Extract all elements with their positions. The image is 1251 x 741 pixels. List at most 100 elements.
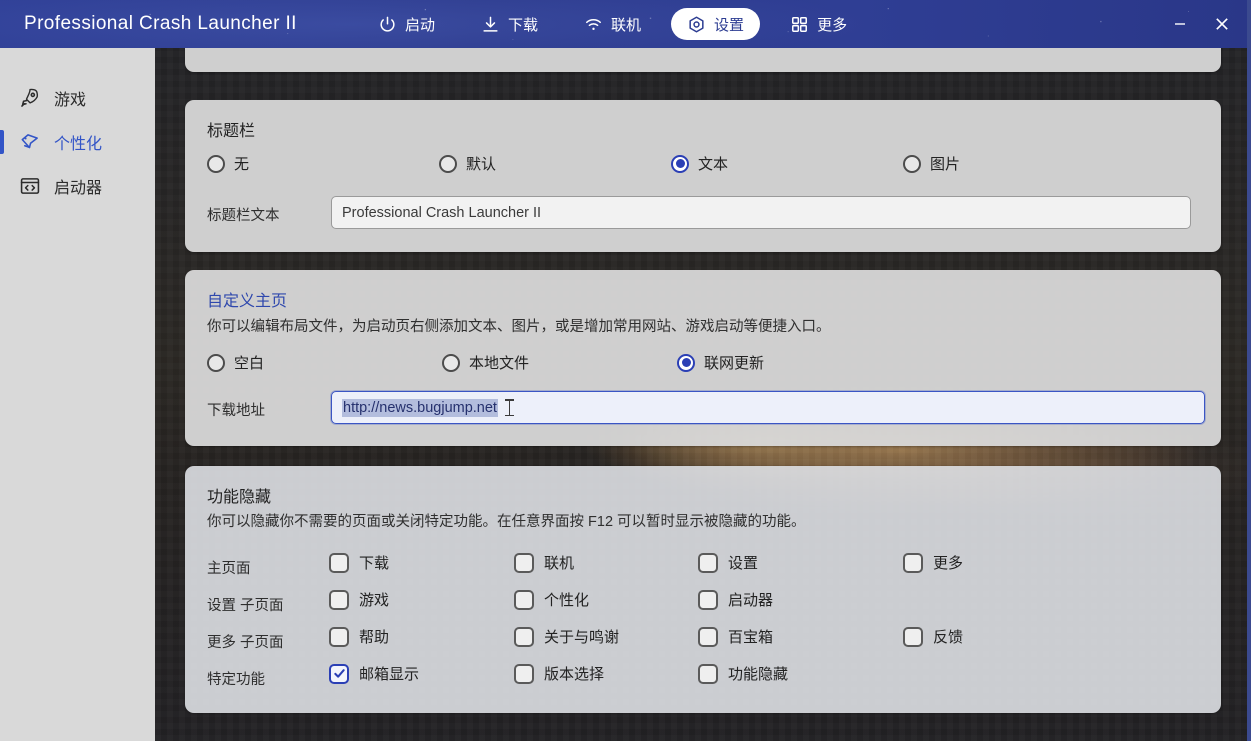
sidebar-item-label: 启动器: [54, 180, 103, 197]
radio-indicator: [442, 353, 460, 372]
titlebar-text-input[interactable]: Professional Crash Launcher II: [331, 196, 1191, 229]
checkbox-label: 关于与鸣谢: [544, 629, 620, 646]
checkbox-hide-help[interactable]: 帮助: [329, 626, 389, 647]
checkbox-hide-version-select[interactable]: 版本选择: [514, 663, 604, 684]
radio-indicator: [903, 154, 921, 173]
checkbox-hide-feature-hiding[interactable]: 功能隐藏: [698, 663, 788, 684]
checkbox-hide-feedback[interactable]: 反馈: [903, 626, 963, 647]
nav-item-more[interactable]: 更多: [774, 8, 863, 40]
sidebar-item-personalize[interactable]: 个性化: [0, 120, 155, 164]
radio-homepage-local-file[interactable]: 本地文件: [442, 352, 677, 373]
checkbox-indicator: [329, 589, 349, 610]
hiding-description: 你可以隐藏你不需要的页面或关闭特定功能。在任意界面按 F12 可以暂时显示被隐藏…: [207, 514, 806, 530]
checkbox-indicator: [903, 552, 923, 573]
hiding-row-more-sub: 更多 子页面 帮助 关于与鸣谢 百宝箱 反馈: [207, 622, 1197, 659]
radio-label: 本地文件: [469, 355, 530, 372]
card-custom-homepage: 自定义主页 你可以编辑布局文件，为启动页右侧添加文本、图片，或是增加常用网站、游…: [185, 270, 1221, 446]
radio-label: 空白: [234, 355, 265, 372]
checkbox-label: 更多: [933, 555, 964, 572]
checkbox-label: 游戏: [359, 592, 390, 609]
checkbox-hide-email-display[interactable]: 邮箱显示: [329, 663, 419, 684]
grid-icon: [790, 15, 809, 34]
checkbox-label: 启动器: [728, 592, 774, 609]
checkbox-indicator: [698, 589, 718, 610]
nav-label: 更多: [817, 16, 848, 34]
checkbox-hide-settings[interactable]: 设置: [698, 552, 758, 573]
nav-item-launch[interactable]: 启动: [362, 8, 451, 40]
radio-label: 默认: [466, 156, 497, 173]
sidebar-item-launcher[interactable]: 启动器: [0, 164, 155, 208]
radio-indicator: [677, 353, 695, 372]
minimize-button[interactable]: [1159, 0, 1201, 48]
radio-label: 图片: [930, 156, 961, 173]
checkbox-label: 联机: [544, 555, 575, 572]
download-url-input[interactable]: http://news.bugjump.net: [331, 391, 1205, 424]
nav-item-download[interactable]: 下载: [465, 8, 554, 40]
card-partial-top: [185, 48, 1221, 72]
hiding-row-label: 更多 子页面: [207, 635, 284, 651]
window-controls: [1159, 0, 1243, 48]
download-icon: [481, 15, 500, 34]
checkbox-indicator: [698, 552, 718, 573]
checkbox-hide-sub-launcher[interactable]: 启动器: [698, 589, 773, 610]
radio-titlebar-none[interactable]: 无: [207, 153, 439, 174]
radio-titlebar-text[interactable]: 文本: [671, 153, 903, 174]
text-cursor-icon: [504, 399, 514, 416]
homepage-description: 你可以编辑布局文件，为启动页右侧添加文本、图片，或是增加常用网站、游戏启动等便捷…: [207, 319, 831, 335]
titlebar-mode-radiogroup: 无 默认 文本 图片: [207, 153, 1199, 174]
card-title-homepage: 自定义主页: [207, 293, 288, 310]
checkbox-hide-more[interactable]: 更多: [903, 552, 963, 573]
checkbox-hide-sub-personalize[interactable]: 个性化: [514, 589, 589, 610]
checkbox-indicator: [698, 626, 718, 647]
checkbox-indicator: [514, 589, 534, 610]
app-title: Professional Crash Launcher II: [24, 13, 297, 34]
checkbox-label: 下载: [359, 555, 390, 572]
checkbox-hide-multiplayer[interactable]: 联机: [514, 552, 574, 573]
radio-indicator: [207, 154, 225, 173]
radio-homepage-blank[interactable]: 空白: [207, 352, 442, 373]
checkbox-hide-treasure-box[interactable]: 百宝箱: [698, 626, 773, 647]
checkbox-label: 版本选择: [544, 666, 605, 683]
card-title-hiding: 功能隐藏: [207, 489, 272, 506]
card-titlebar: 标题栏 无 默认 文本 图片 标题栏文本 Professional Crash …: [185, 100, 1221, 252]
settings-scroll-area[interactable]: 标题栏 无 默认 文本 图片 标题栏文本 Professional Crash …: [155, 48, 1247, 741]
download-url-value: http://news.bugjump.net: [342, 398, 498, 417]
radio-titlebar-image[interactable]: 图片: [903, 153, 1135, 174]
radio-indicator: [671, 154, 689, 173]
sidebar-item-game[interactable]: 游戏: [0, 76, 155, 120]
sidebar-item-label: 游戏: [54, 92, 87, 109]
checkbox-indicator: [698, 663, 718, 684]
radio-indicator: [439, 154, 457, 173]
card-title-titlebar: 标题栏: [207, 123, 256, 140]
titlebar-text-value: Professional Crash Launcher II: [342, 204, 542, 221]
radio-indicator: [207, 353, 225, 372]
checkbox-label: 反馈: [933, 629, 964, 646]
checkbox-indicator: [514, 552, 534, 573]
checkbox-indicator: [329, 663, 349, 684]
nav-label: 设置: [714, 16, 745, 34]
checkbox-indicator: [329, 552, 349, 573]
launcher-window: Professional Crash Launcher II 启动 下载 联机 …: [0, 0, 1251, 741]
checkbox-indicator: [903, 626, 923, 647]
homepage-mode-radiogroup: 空白 本地文件 联网更新: [207, 352, 1199, 373]
download-url-label: 下载地址: [207, 403, 265, 419]
checkbox-hide-sub-game[interactable]: 游戏: [329, 589, 389, 610]
hiding-row-settings-sub: 设置 子页面 游戏 个性化 启动器: [207, 585, 1197, 622]
sidebar-item-label: 个性化: [54, 136, 103, 153]
checkbox-label: 个性化: [544, 592, 590, 609]
nav-item-multiplayer[interactable]: 联机: [568, 8, 657, 40]
rocket-icon: [18, 86, 42, 110]
radio-titlebar-default[interactable]: 默认: [439, 153, 671, 174]
hiding-row-label: 主页面: [207, 561, 251, 577]
radio-label: 无: [234, 156, 250, 173]
main-nav: 启动 下载 联机 设置 更多: [362, 0, 877, 48]
nav-label: 下载: [508, 16, 539, 34]
checkbox-hide-about[interactable]: 关于与鸣谢: [514, 626, 619, 647]
nav-item-settings[interactable]: 设置: [671, 8, 761, 40]
radio-homepage-online-update[interactable]: 联网更新: [677, 352, 912, 373]
checkbox-indicator: [514, 626, 534, 647]
gear-icon: [687, 15, 706, 34]
close-button[interactable]: [1201, 0, 1243, 48]
checkbox-hide-download[interactable]: 下载: [329, 552, 389, 573]
radio-label: 联网更新: [704, 355, 765, 372]
